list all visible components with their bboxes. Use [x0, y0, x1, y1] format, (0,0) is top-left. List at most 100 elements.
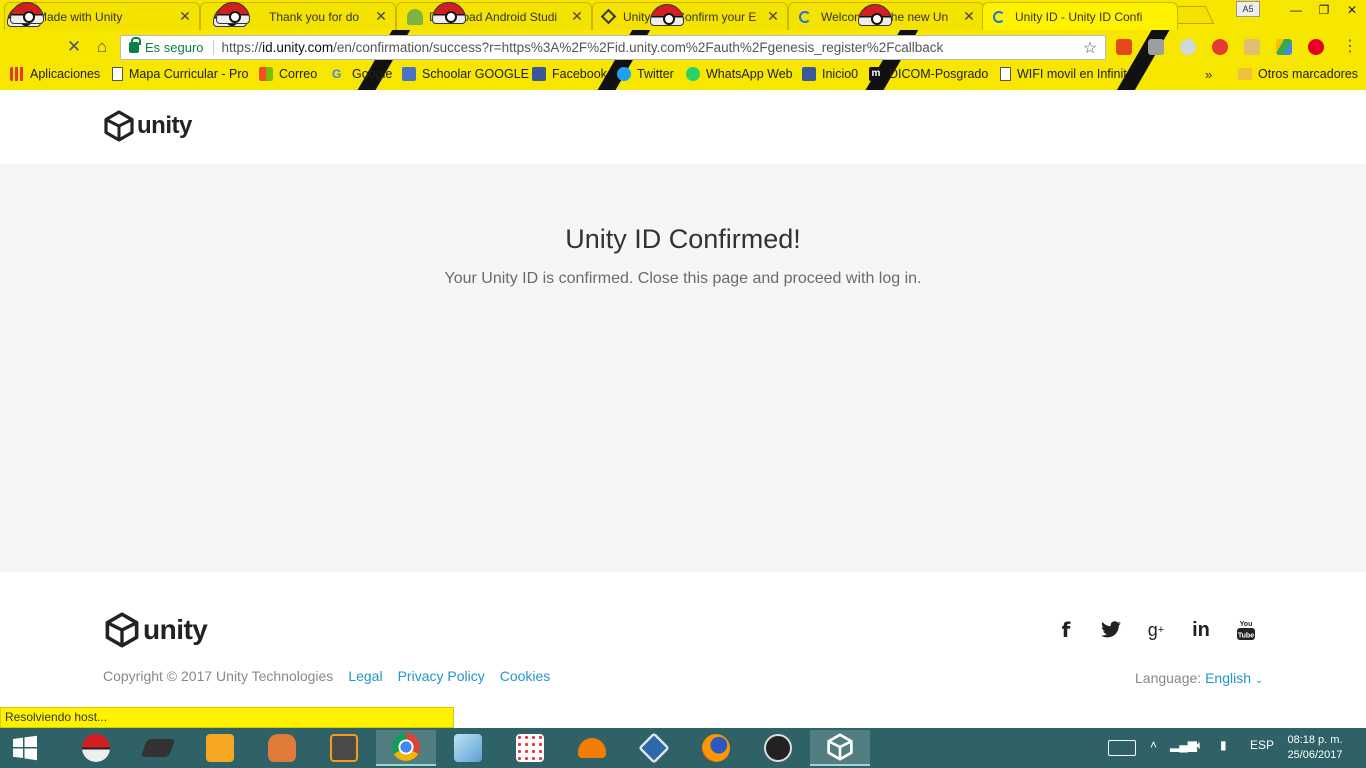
- taskbar-app[interactable]: [128, 730, 188, 766]
- windows-taskbar: ˄ ▂▄▆ 🔈︎ ▮ ESP 08:18 p. m. 25/06/2017: [0, 728, 1366, 768]
- scholar-icon: [402, 67, 416, 81]
- taskbar-sublime-text[interactable]: [314, 730, 374, 766]
- chevron-up-icon[interactable]: ˄: [1150, 738, 1157, 752]
- drive-extension-icon[interactable]: [1276, 39, 1292, 55]
- svg-text:Tube: Tube: [1238, 633, 1254, 640]
- clock-time: 08:18 p. m.: [1287, 734, 1343, 746]
- firefox-icon: [702, 734, 730, 762]
- bookmark-label: Schoolar GOOGLE: [422, 67, 529, 81]
- bookmark-google[interactable]: G Google: [332, 67, 392, 81]
- language-value[interactable]: English: [1205, 670, 1251, 686]
- taskbar-app[interactable]: [500, 730, 560, 766]
- language-selector[interactable]: Language: English ⌄: [1135, 670, 1263, 686]
- legal-link[interactable]: Legal: [348, 668, 382, 684]
- linkedin-icon[interactable]: in: [1189, 618, 1213, 642]
- close-window-button[interactable]: ✕: [1338, 0, 1366, 20]
- system-clock[interactable]: 08:18 p. m. 25/06/2017: [1280, 733, 1350, 763]
- bookmark-correo[interactable]: Correo: [259, 67, 317, 81]
- volume-icon[interactable]: 🔈︎: [1196, 738, 1203, 753]
- opera-extension-icon[interactable]: [1212, 39, 1228, 55]
- extension-icon[interactable]: [1148, 39, 1164, 55]
- bookmark-label: Google: [352, 67, 393, 81]
- taskbar-firefox[interactable]: [686, 730, 746, 766]
- google-icon: G: [332, 67, 342, 81]
- chevron-down-icon: ⌄: [1254, 675, 1264, 686]
- privacy-policy-link[interactable]: Privacy Policy: [398, 668, 485, 684]
- unity-cube-icon: [105, 612, 139, 648]
- home-icon[interactable]: ⌂: [92, 37, 112, 57]
- whatsapp-icon: [686, 67, 700, 81]
- bookmark-wifi[interactable]: WIFI movil en Infinitum: [1000, 67, 1127, 81]
- menu-icon[interactable]: ⋮: [1340, 37, 1360, 57]
- footer-unity-logo[interactable]: unity: [103, 612, 208, 648]
- confirmation-message: Your Unity ID is confirmed. Close this p…: [444, 270, 922, 287]
- bookmark-schoolar[interactable]: Schoolar GOOGLE: [402, 67, 529, 81]
- address-bar[interactable]: Es seguro https://id.unity.com/en/confir…: [120, 35, 1106, 60]
- bookmark-label: WhatsApp Web: [706, 67, 793, 81]
- taskbar-unity[interactable]: [810, 730, 870, 766]
- minimize-button[interactable]: —: [1282, 0, 1310, 20]
- loading-spinner-icon: [993, 10, 1005, 23]
- taskbar-chrome[interactable]: [376, 730, 436, 766]
- m-logo-icon: m: [869, 67, 883, 81]
- battery-icon[interactable]: ▮: [1220, 738, 1227, 752]
- close-icon[interactable]: ✕: [767, 8, 779, 25]
- input-language[interactable]: ESP: [1250, 738, 1274, 752]
- google-plus-icon[interactable]: g +: [1144, 618, 1168, 642]
- tab-unity-id-confirmed[interactable]: Unity ID - Unity ID Confi: [982, 2, 1178, 30]
- taskbar-pokemon-app[interactable]: [66, 730, 126, 766]
- tab-label: Thank you for do: [269, 9, 360, 24]
- cloud-extension-icon[interactable]: [1180, 39, 1196, 55]
- bookmark-label: Inicio0: [822, 67, 859, 81]
- taskbar-virtualbox[interactable]: [624, 730, 684, 766]
- close-icon[interactable]: ✕: [571, 8, 583, 25]
- close-icon[interactable]: ✕: [963, 8, 975, 25]
- url-text[interactable]: https://id.unity.com/en/confirmation/suc…: [214, 40, 1081, 55]
- office-extension-icon[interactable]: [1116, 39, 1132, 55]
- tab-label: Made with Unity: [37, 9, 123, 24]
- tab-label: Welcome to the new Un: [821, 9, 949, 24]
- start-button[interactable]: [0, 730, 50, 766]
- bookmark-whatsapp[interactable]: WhatsApp Web: [686, 67, 793, 81]
- logo-wordmark: unity: [137, 112, 192, 139]
- bookmark-inicio[interactable]: Inicio0: [802, 67, 858, 81]
- pdf-extension-icon[interactable]: [1244, 39, 1260, 55]
- chrome-icon: [392, 733, 420, 761]
- bookmark-label: DICOM-Posgrado: [889, 67, 989, 81]
- close-icon[interactable]: ✕: [179, 8, 191, 25]
- bookmark-twitter[interactable]: Twitter: [617, 67, 674, 81]
- media-player-icon: [206, 734, 234, 762]
- taskbar-mega[interactable]: [562, 730, 622, 766]
- taskbar-media-player[interactable]: [190, 730, 250, 766]
- bookmark-mapa-curricular[interactable]: Mapa Curricular - Pro: [112, 67, 248, 81]
- confirmation-panel: Unity ID Confirmed! Your Unity ID is con…: [0, 164, 1366, 572]
- network-icon[interactable]: ▂▄▆: [1170, 738, 1197, 752]
- restore-button[interactable]: ❐: [1310, 0, 1338, 20]
- bookmark-star-icon[interactable]: ☆: [1081, 38, 1099, 58]
- taskbar-obs[interactable]: [748, 730, 808, 766]
- bookmarks-overflow-button[interactable]: »: [1205, 67, 1212, 82]
- taskbar-app[interactable]: [252, 730, 312, 766]
- tab-android-studio[interactable]: Download Android Studi ✕: [396, 2, 592, 30]
- apps-grid-icon: [10, 67, 24, 81]
- close-icon[interactable]: ✕: [375, 8, 387, 25]
- keyboard-icon[interactable]: [1108, 740, 1136, 756]
- pinterest-extension-icon[interactable]: [1308, 39, 1324, 55]
- bookmark-apps[interactable]: Aplicaciones: [10, 67, 100, 81]
- stop-icon[interactable]: ✕: [64, 37, 84, 57]
- twitter-icon[interactable]: [1099, 618, 1123, 642]
- bookmark-facebook[interactable]: Facebook: [532, 67, 607, 81]
- cookies-link[interactable]: Cookies: [500, 668, 551, 684]
- taskbar-app[interactable]: [438, 730, 498, 766]
- site-footer: unity Copyright © 2017 Unity Technologie…: [0, 572, 1366, 728]
- other-bookmarks[interactable]: Otros marcadores: [1238, 67, 1358, 81]
- tab-strip: Made with Unity ✕ Thank you for do ✕ Dow…: [0, 0, 1366, 30]
- bookmark-dicom[interactable]: m DICOM-Posgrado: [869, 67, 988, 81]
- unity-logo[interactable]: unity: [103, 110, 192, 142]
- windows-logo-icon: [259, 67, 273, 81]
- bookmarks-bar: Aplicaciones Mapa Curricular - Pro Corre…: [0, 62, 1366, 88]
- unity-icon: [600, 8, 617, 25]
- facebook-icon[interactable]: f: [1054, 618, 1078, 642]
- youtube-icon[interactable]: You Tube: [1234, 618, 1258, 642]
- tab-confirm-email[interactable]: Unity ID - Confirm your E ✕: [592, 2, 788, 30]
